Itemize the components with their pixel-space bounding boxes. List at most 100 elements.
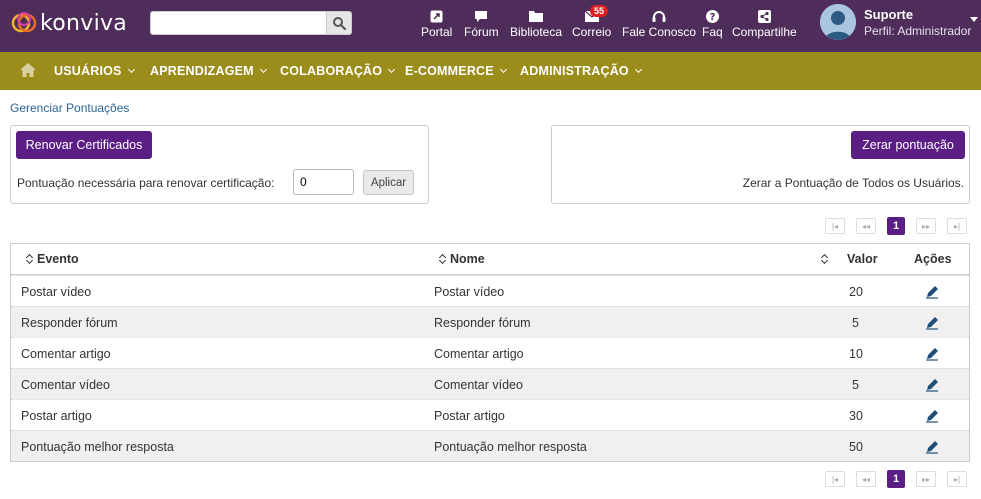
cell-name: Responder fórum [434, 316, 531, 330]
cell-event: Responder fórum [21, 316, 118, 330]
edit-icon[interactable] [925, 347, 939, 361]
topnav-portal[interactable]: Portal [421, 9, 452, 39]
prev-page-button[interactable]: ◂◂ [856, 471, 876, 487]
next-page-button[interactable]: ▸▸ [916, 218, 936, 234]
next-page-button[interactable]: ▸▸ [916, 471, 936, 487]
cell-event: Comentar artigo [21, 347, 111, 361]
nav-e-commerce-label: E-COMMERCE [405, 64, 494, 78]
edit-icon[interactable] [925, 316, 939, 330]
cell-value: 5 [852, 316, 859, 330]
column-header-name[interactable]: Nome [439, 252, 485, 266]
sort-icon [439, 254, 447, 264]
prev-page-button[interactable]: ◂◂ [856, 218, 876, 234]
avatar [820, 4, 856, 40]
column-sort-value[interactable] [821, 252, 832, 266]
table-row: Postar vídeo Postar vídeo 20 [11, 275, 969, 306]
renew-certificates-button[interactable]: Renovar Certificados [16, 131, 152, 159]
cell-value: 50 [849, 440, 863, 454]
nav-aprendizagem-label: APRENDIZAGEM [150, 64, 254, 78]
search-box [150, 11, 352, 35]
cell-name: Postar artigo [434, 409, 505, 423]
table-row: Responder fórum Responder fórum 5 [11, 306, 969, 337]
nav-colaboracao[interactable]: COLABORAÇÃO [280, 64, 396, 78]
cell-value: 5 [852, 378, 859, 392]
topnav-faq[interactable]: ? Faq [702, 9, 723, 39]
cell-value: 20 [849, 285, 863, 299]
current-page-button[interactable]: 1 [887, 217, 905, 235]
table-header: Evento Nome Valor Ações [11, 244, 969, 275]
user-role: Perfil: Administrador [864, 23, 972, 38]
cell-value: 10 [849, 347, 863, 361]
nav-e-commerce[interactable]: E-COMMERCE [405, 64, 507, 78]
chevron-down-icon [127, 65, 135, 74]
table-row: Comentar vídeo Comentar vídeo 5 [11, 368, 969, 399]
edit-icon[interactable] [925, 440, 939, 454]
column-header-value: Valor [847, 252, 878, 266]
chevron-down-icon [634, 65, 642, 74]
portal-icon [430, 9, 444, 23]
user-avatar-icon [820, 4, 856, 40]
topnav-biblioteca[interactable]: Biblioteca [510, 9, 562, 39]
edit-icon[interactable] [925, 378, 939, 392]
apply-button[interactable]: Aplicar [363, 170, 414, 195]
edit-icon[interactable] [925, 285, 939, 299]
topnav-correio[interactable]: 55 Correio [572, 5, 611, 39]
share-icon [757, 9, 771, 23]
breadcrumb[interactable]: Gerenciar Pontuações [10, 101, 129, 115]
cell-event: Comentar vídeo [21, 378, 110, 392]
home-icon[interactable] [20, 63, 36, 77]
first-page-button[interactable]: |◂ [825, 218, 845, 234]
cell-event: Postar artigo [21, 409, 92, 423]
user-menu-caret-icon[interactable] [970, 17, 978, 22]
main-nav: USUÁRIOS APRENDIZAGEM COLABORAÇÃO E-COMM… [0, 52, 981, 90]
reset-score-description: Zerar a Pontuação de Todos os Usuários. [742, 176, 964, 190]
topnav-fale-conosco-label: Fale Conosco [622, 25, 697, 39]
reset-score-panel: Zerar pontuação Zerar a Pontuação de Tod… [551, 125, 970, 204]
topnav-compartilhe[interactable]: Compartilhe [732, 9, 797, 39]
first-page-button[interactable]: |◂ [825, 471, 845, 487]
nav-administracao[interactable]: ADMINISTRAÇÃO [520, 64, 642, 78]
user-name: Suporte [864, 6, 914, 22]
topnav-fale-conosco[interactable]: Fale Conosco [622, 9, 696, 39]
svg-text:?: ? [709, 12, 715, 23]
headset-icon [652, 9, 666, 23]
topnav-forum[interactable]: Fórum [464, 9, 499, 39]
cell-name: Comentar vídeo [434, 378, 523, 392]
edit-icon[interactable] [925, 409, 939, 423]
help-icon: ? [705, 9, 719, 23]
search-icon [332, 16, 346, 30]
cell-value: 30 [849, 409, 863, 423]
forum-icon [474, 9, 488, 23]
renew-score-input[interactable] [293, 169, 354, 195]
pagination-bottom: |◂ ◂◂ 1 ▸▸ ▸| [825, 470, 967, 488]
cell-event: Pontuação melhor resposta [21, 440, 174, 454]
chevron-down-icon [259, 65, 267, 74]
reset-score-button[interactable]: Zerar pontuação [851, 131, 965, 159]
search-button[interactable] [327, 11, 352, 35]
topnav-portal-label: Portal [421, 25, 453, 39]
renew-score-label: Pontuação necessária para renovar certif… [17, 176, 275, 190]
last-page-button[interactable]: ▸| [947, 471, 967, 487]
nav-aprendizagem[interactable]: APRENDIZAGEM [150, 64, 267, 78]
user-menu[interactable]: Suporte Perfil: Administrador [820, 4, 971, 40]
column-header-event[interactable]: Evento [26, 252, 79, 266]
renew-certificates-panel: Renovar Certificados Pontuação necessári… [10, 125, 429, 204]
chevron-down-icon [499, 65, 507, 74]
table-row: Comentar artigo Comentar artigo 10 [11, 337, 969, 368]
search-input[interactable] [150, 11, 327, 35]
cell-name: Pontuação melhor resposta [434, 440, 587, 454]
cell-name: Comentar artigo [434, 347, 524, 361]
cell-event: Postar vídeo [21, 285, 92, 299]
sort-icon [821, 254, 829, 264]
logo[interactable]: konviva [10, 9, 127, 37]
nav-usuarios[interactable]: USUÁRIOS [54, 64, 135, 78]
topnav-compartilhe-label: Compartilhe [732, 25, 797, 39]
current-page-button[interactable]: 1 [887, 470, 905, 488]
table-row: Postar artigo Postar artigo 30 [11, 399, 969, 430]
pagination-top: |◂ ◂◂ 1 ▸▸ ▸| [825, 217, 967, 235]
cell-name: Postar vídeo [434, 285, 505, 299]
mail-count-badge: 55 [590, 5, 609, 17]
column-header-name-label: Nome [450, 252, 485, 266]
last-page-button[interactable]: ▸| [947, 218, 967, 234]
sort-icon [26, 254, 34, 264]
